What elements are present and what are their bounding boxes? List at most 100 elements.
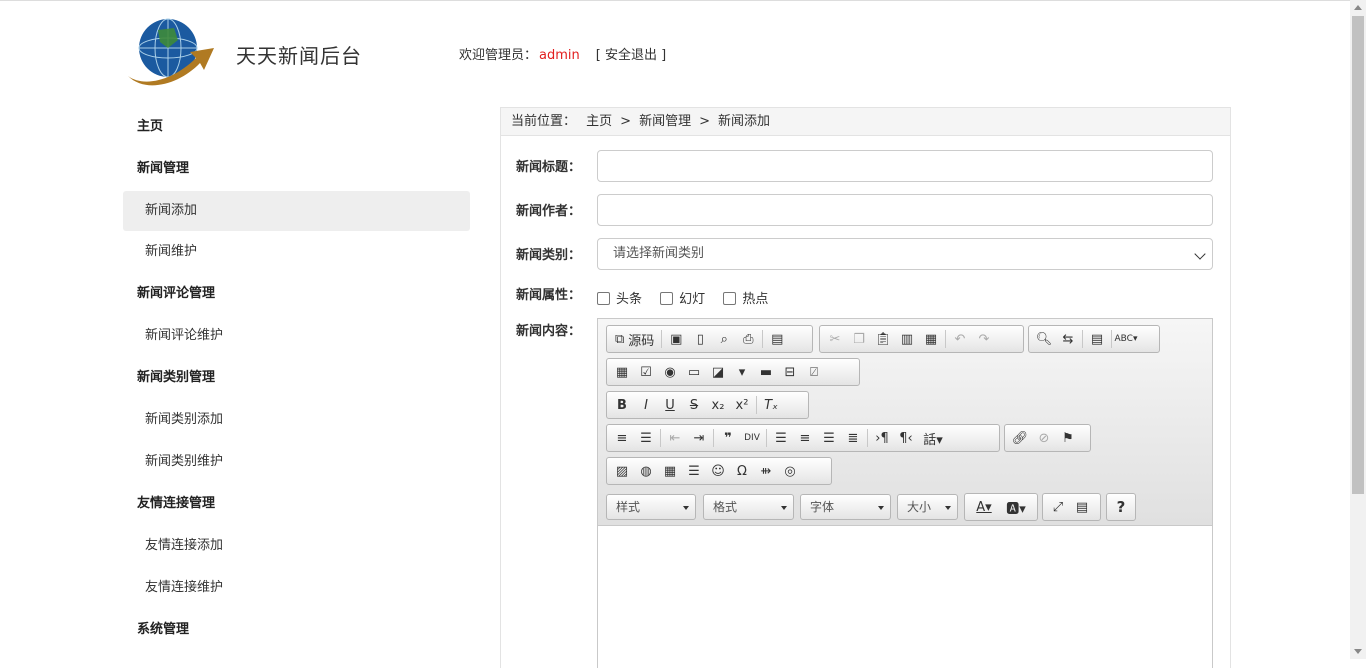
textarea-icon[interactable]: ◪ [706,361,730,383]
hidden-field-icon[interactable]: ⍁ [802,361,826,383]
paste-text-icon[interactable]: ▥ [895,328,919,350]
author-input[interactable] [597,194,1213,226]
bg-color-icon[interactable]: 🅰︎▾ [1000,496,1032,518]
remove-format-icon[interactable]: Tₓ [759,394,783,416]
anchor-icon[interactable]: ⚑ [1056,427,1080,449]
blockquote-icon[interactable]: ❞ [716,427,740,449]
toolbar-group-tools: ⤢ ▤ [1042,493,1101,521]
language-icon[interactable]: 話▾ [918,427,948,449]
iframe-icon[interactable]: ◎ [778,460,802,482]
superscript-icon[interactable]: x² [730,394,754,416]
page-scrollbar[interactable] [1350,0,1366,659]
nav-group-news[interactable]: 新闻管理 [123,148,470,190]
form-icon[interactable]: ▦ [610,361,634,383]
nav-item-category-maintain[interactable]: 新闻类别维护 [123,441,470,483]
bold-icon[interactable]: B [610,394,634,416]
new-page-icon[interactable]: ▯ [688,328,712,350]
numbered-list-icon[interactable]: ≡ [610,427,634,449]
subscript-icon[interactable]: x₂ [706,394,730,416]
title-label: 新闻标题： [516,160,582,175]
bulleted-list-icon[interactable]: ☰ [634,427,658,449]
author-label: 新闻作者： [516,204,582,219]
breadcrumb-home[interactable]: 主页 [586,114,612,129]
nav-item-link-add[interactable]: 友情连接添加 [123,525,470,567]
image-icon[interactable]: ▨ [610,460,634,482]
maximize-icon[interactable]: ⤢ [1046,496,1070,518]
help-icon[interactable]: ? [1110,496,1132,518]
special-char-icon[interactable]: Ω [730,460,754,482]
hot-checkbox[interactable] [723,292,737,305]
style-combo[interactable]: 样式 [606,494,696,520]
button-icon[interactable]: ▬ [754,361,778,383]
select-field-icon[interactable]: ▾ [730,361,754,383]
nav-home[interactable]: 主页 [123,106,470,148]
cut-icon[interactable]: ✂ [823,328,847,350]
nav-group-comments[interactable]: 新闻评论管理 [123,273,470,315]
templates-icon[interactable]: ▤ [765,328,789,350]
nav-item-news-maintain[interactable]: 新闻维护 [123,231,470,273]
editor-content-area[interactable] [598,526,1212,668]
font-combo[interactable]: 字体 [800,494,891,520]
table-icon[interactable]: ▦ [658,460,682,482]
nav-item-link-maintain[interactable]: 友情连接维护 [123,567,470,609]
align-justify-icon[interactable]: ≣ [841,427,865,449]
slideshow-checkbox[interactable] [660,292,674,305]
undo-icon[interactable]: ↶ [948,328,972,350]
indent-icon[interactable]: ⇥ [687,427,711,449]
logout-link[interactable]: [ 安全退出 ] [596,48,666,63]
text-field-icon[interactable]: ▭ [682,361,706,383]
align-left-icon[interactable]: ☰ [769,427,793,449]
rtl-icon[interactable]: ¶‹ [894,427,918,449]
title-input[interactable] [597,150,1213,182]
source-label: 源码 [628,333,655,349]
ltr-icon[interactable]: ›¶ [870,427,894,449]
redo-icon[interactable]: ↷ [972,328,996,350]
find-icon[interactable]: 🔍︎ [1032,328,1056,350]
nav-group-links[interactable]: 友情连接管理 [123,483,470,525]
paste-icon[interactable]: 📋︎ [871,328,895,350]
nav-item-category-add[interactable]: 新闻类别添加 [123,399,470,441]
scroll-up-icon[interactable] [1354,5,1362,10]
link-icon[interactable]: 🔗︎ [1008,427,1032,449]
replace-icon[interactable]: ⇆ [1056,328,1080,350]
select-all-icon[interactable]: ▤ [1085,328,1109,350]
underline-icon[interactable]: U [658,394,682,416]
image-button-icon[interactable]: ⊟ [778,361,802,383]
text-color-icon[interactable]: A▾ [968,496,1000,518]
preview-icon[interactable]: ⌕ [712,328,736,350]
nav-group-system[interactable]: 系统管理 [123,609,470,651]
checkbox-icon[interactable]: ☑ [634,361,658,383]
scroll-down-icon[interactable] [1354,649,1362,654]
align-right-icon[interactable]: ☰ [817,427,841,449]
italic-icon[interactable]: I [634,394,658,416]
radio-icon[interactable]: ◉ [658,361,682,383]
strike-icon[interactable]: S [682,394,706,416]
spellcheck-icon[interactable]: ABC▾ [1114,328,1138,350]
outdent-icon[interactable]: ⇤ [663,427,687,449]
copy-icon[interactable]: ❐ [847,328,871,350]
page-break-icon[interactable]: ⇻ [754,460,778,482]
attr-headline[interactable]: 头条 [597,292,642,307]
unlink-icon[interactable]: ⊘ [1032,427,1056,449]
format-combo[interactable]: 格式 [703,494,794,520]
headline-checkbox[interactable] [597,292,610,305]
print-icon[interactable]: ⎙ [736,328,760,350]
horizontal-rule-icon[interactable]: ☰ [682,460,706,482]
nav-item-news-add[interactable]: 新闻添加 [123,191,470,231]
category-select[interactable]: 请选择新闻类别 [597,238,1213,270]
smiley-icon[interactable]: ☺ [706,460,730,482]
attr-slideshow[interactable]: 幻灯 [660,292,705,307]
size-combo[interactable]: 大小 [897,494,958,520]
flash-icon[interactable]: ◍ [634,460,658,482]
save-icon[interactable]: ▣ [664,328,688,350]
breadcrumb-news[interactable]: 新闻管理 [639,114,691,129]
scrollbar-thumb[interactable] [1352,16,1364,494]
nav-group-categories[interactable]: 新闻类别管理 [123,357,470,399]
create-div-icon[interactable]: DIV [740,427,764,449]
show-blocks-icon[interactable]: ▤ [1070,496,1094,518]
paste-word-icon[interactable]: ▦ [919,328,943,350]
nav-item-comments-maintain[interactable]: 新闻评论维护 [123,315,470,357]
align-center-icon[interactable]: ≡ [793,427,817,449]
attr-hot[interactable]: 热点 [723,292,768,307]
source-button[interactable]: ⧉ 源码 [610,328,659,350]
